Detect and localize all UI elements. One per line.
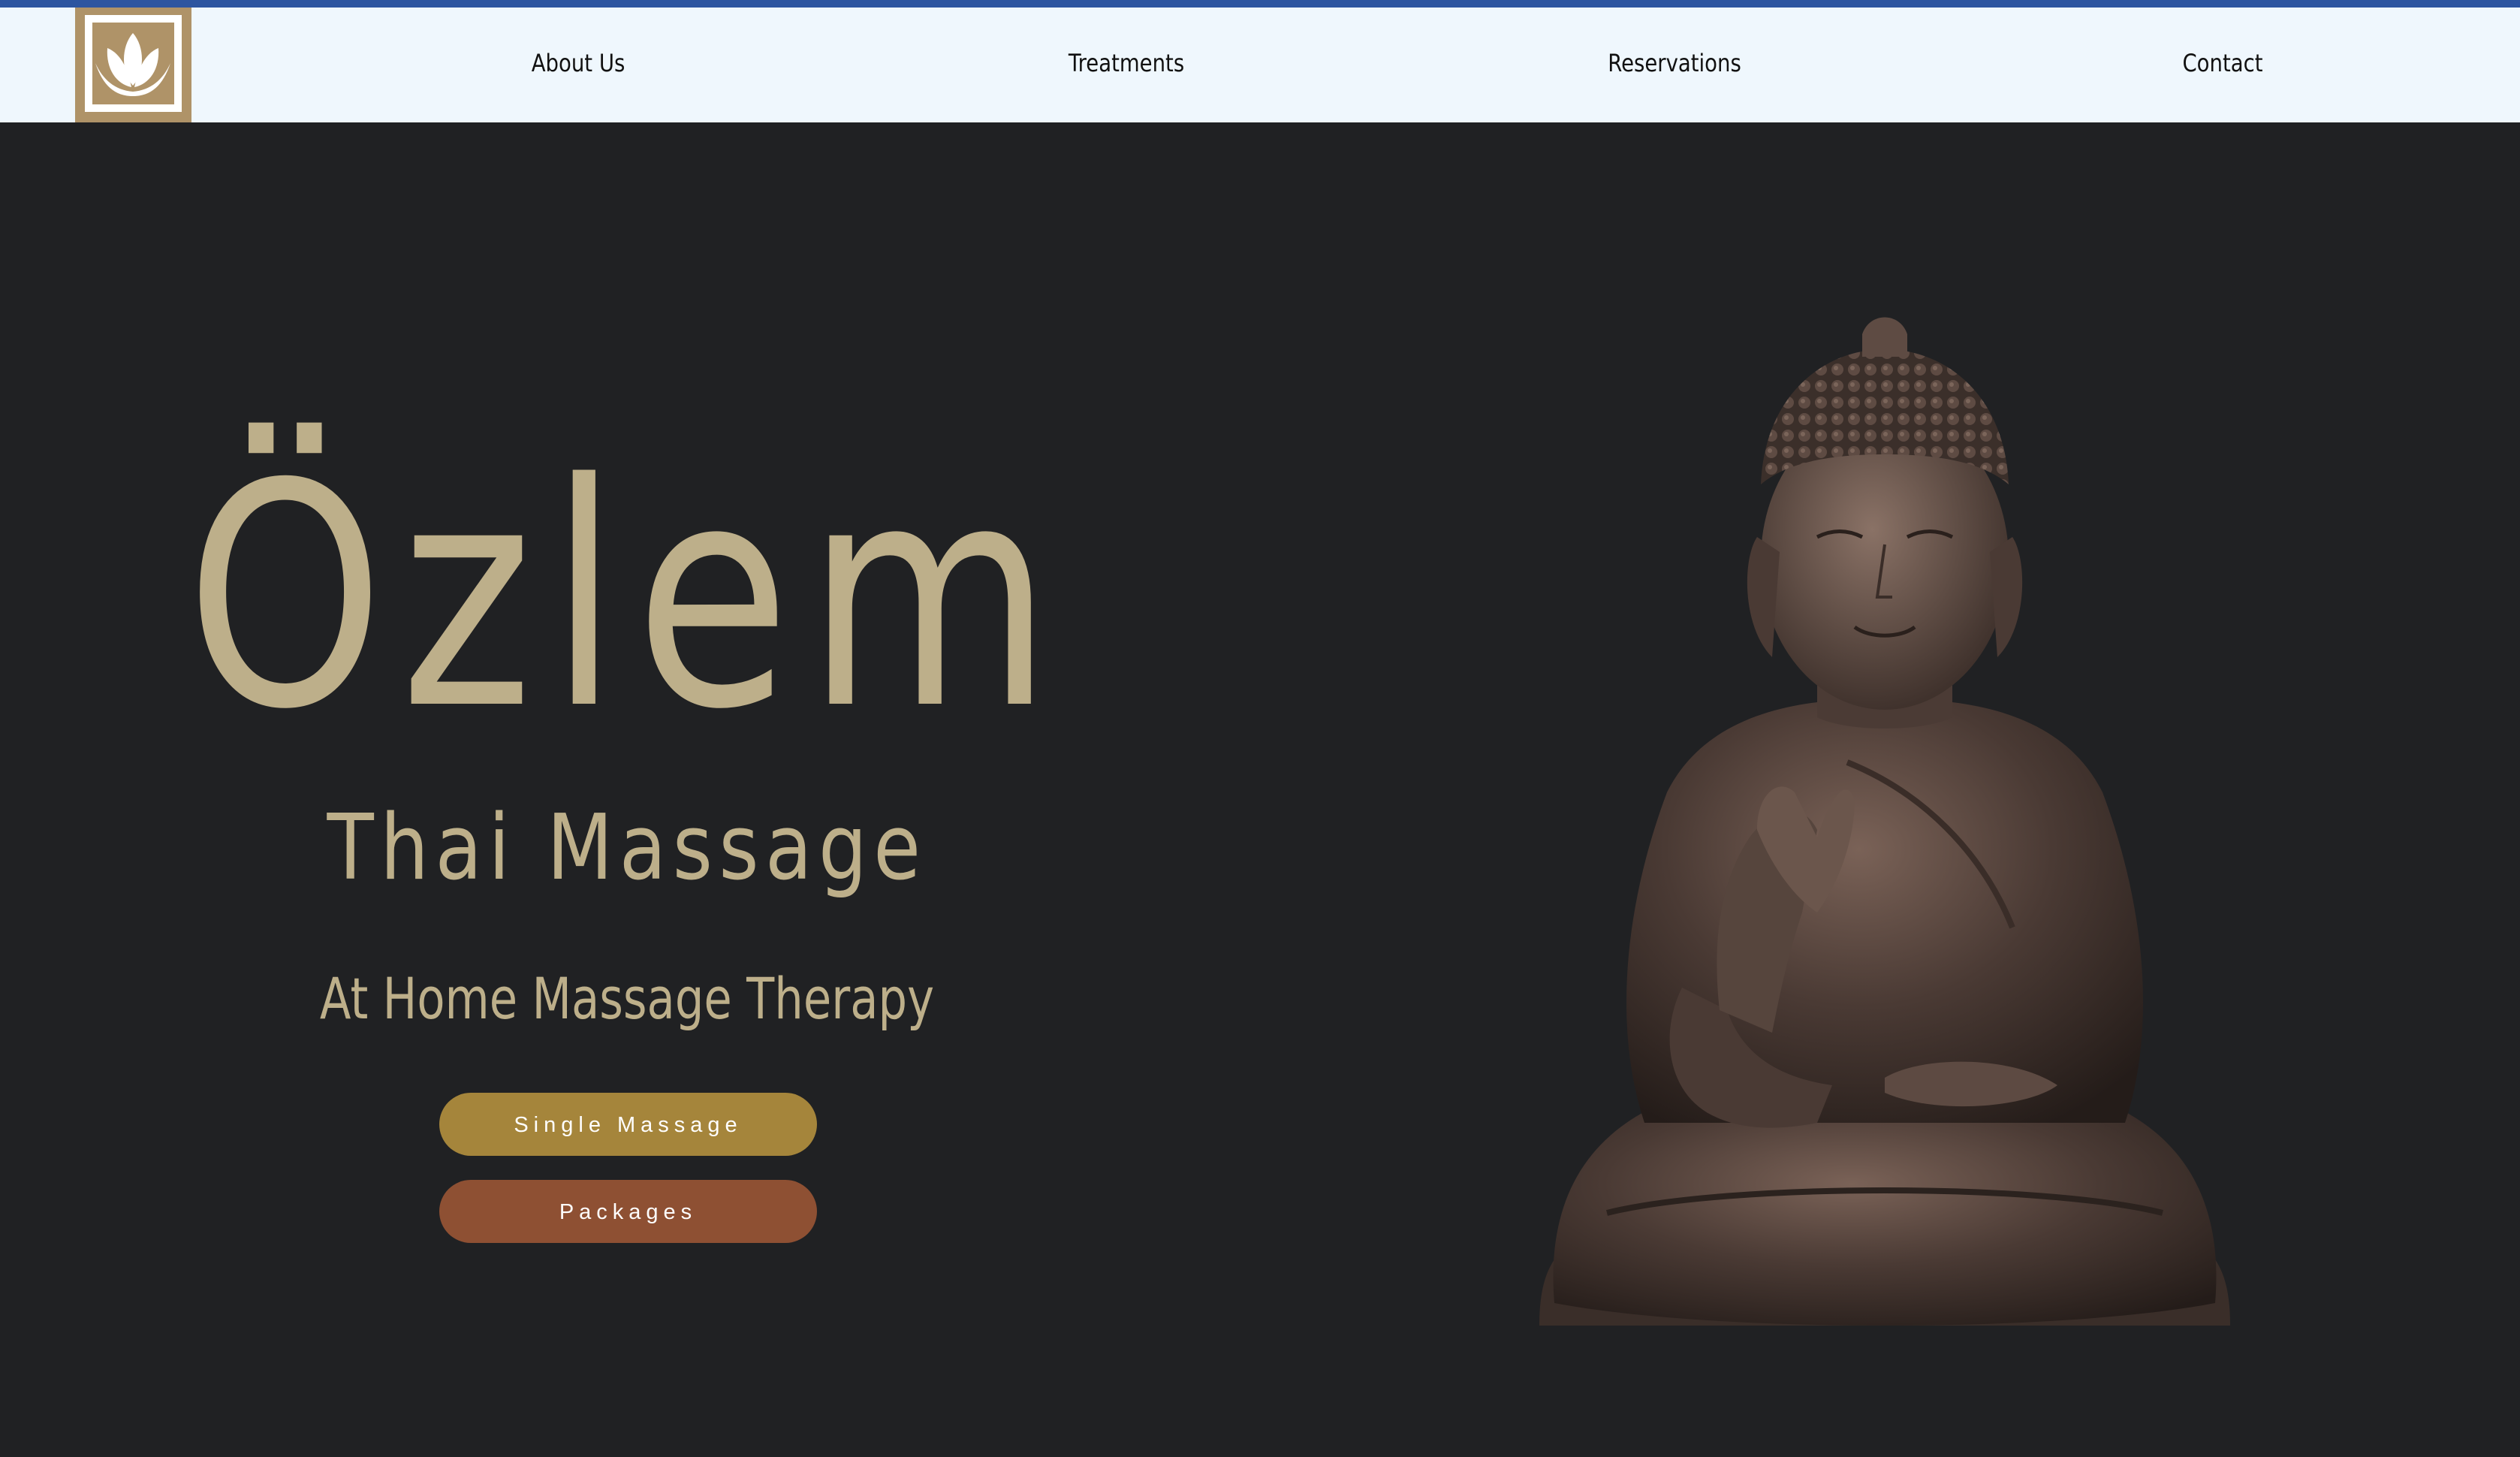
- hero-title: Özlem: [185, 418, 1069, 777]
- hero-tagline: At Home Massage Therapy: [319, 965, 935, 1032]
- nav-treatments[interactable]: Treatments: [1069, 49, 1184, 77]
- packages-button[interactable]: Packages: [439, 1180, 817, 1243]
- top-accent-bar: [0, 0, 2520, 8]
- nav-about-us[interactable]: About Us: [532, 49, 625, 77]
- lotus-icon: [95, 33, 170, 96]
- logo[interactable]: [75, 8, 191, 122]
- single-massage-button[interactable]: Single Massage: [439, 1093, 817, 1156]
- hero-subtitle: Thai Massage: [327, 796, 927, 900]
- navbar: About Us Treatments Reservations Contact: [0, 8, 2520, 122]
- nav-reservations[interactable]: Reservations: [1608, 49, 1741, 77]
- buddha-statue-image: [1539, 317, 2230, 1326]
- nav-contact[interactable]: Contact: [2182, 49, 2262, 77]
